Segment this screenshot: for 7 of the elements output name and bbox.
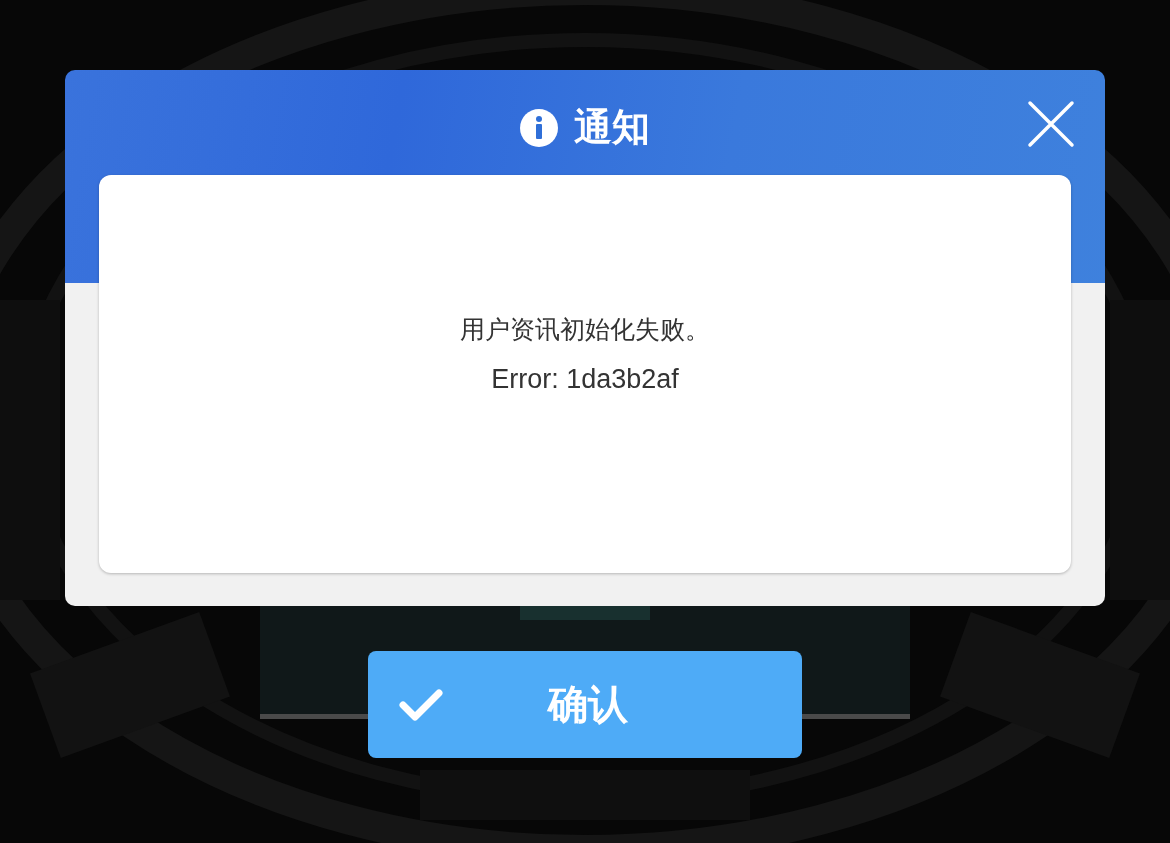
info-icon	[520, 108, 558, 147]
checkmark-icon	[398, 687, 444, 722]
confirm-button[interactable]: 确认	[368, 651, 802, 758]
dialog-title: 通知	[574, 104, 650, 151]
close-button[interactable]	[1027, 100, 1075, 148]
error-message: 用户资讯初始化失败。	[460, 314, 710, 346]
error-code: Error: 1da3b2af	[491, 364, 679, 395]
